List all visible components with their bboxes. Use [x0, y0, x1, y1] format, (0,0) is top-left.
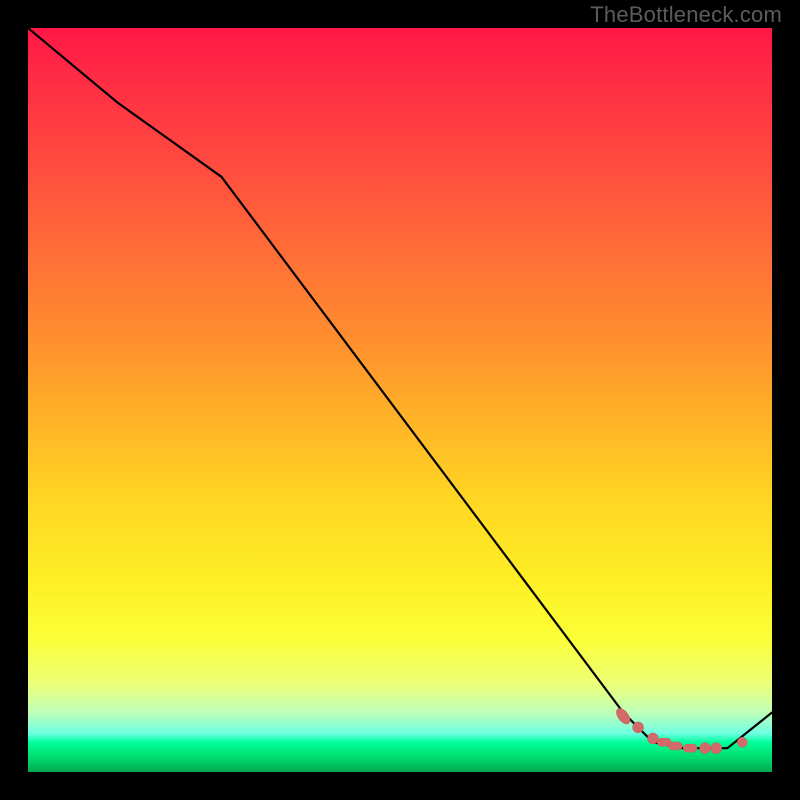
chart-frame: TheBottleneck.com: [0, 0, 800, 800]
gradient-plot-area: [28, 28, 772, 772]
watermark-text: TheBottleneck.com: [590, 2, 782, 28]
